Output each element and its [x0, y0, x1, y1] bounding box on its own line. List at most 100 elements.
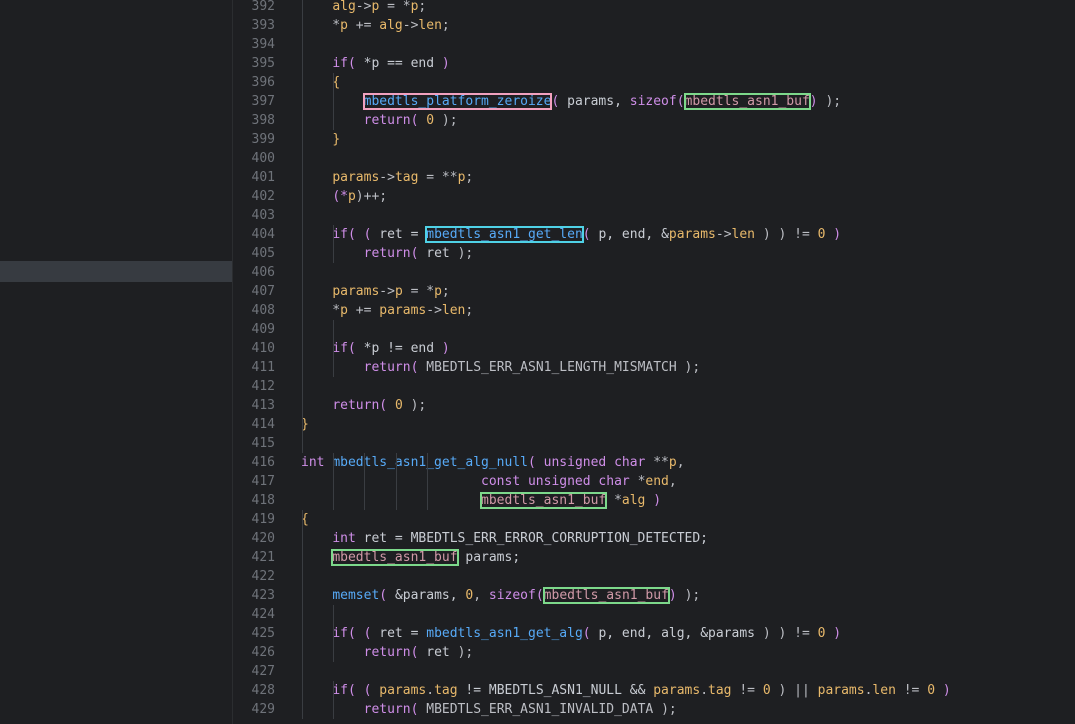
code-token: ( [551, 94, 568, 109]
line-number: 394 [251, 37, 275, 52]
indent-guide [333, 453, 335, 510]
code-line[interactable]: *p += alg->len; [301, 16, 449, 35]
line-number: 406 [251, 265, 275, 280]
code-line[interactable]: memset( &params, 0, sizeof(mbedtls_asn1_… [301, 586, 700, 605]
highlighted-identifier: mbedtls_asn1_buf [683, 93, 811, 110]
line-number: 412 [251, 379, 275, 394]
line-number: 404 [251, 227, 275, 242]
code-line[interactable]: alg->p = *p; [301, 0, 426, 16]
code-token: ** [653, 455, 669, 470]
code-line[interactable]: return( MBEDTLS_ERR_ASN1_LENGTH_MISMATCH… [301, 358, 701, 377]
code-line[interactable]: if( ( params.tag != MBEDTLS_ASN1_NULL &&… [301, 681, 951, 700]
code-token: ( [410, 246, 427, 261]
code-token: ( [676, 94, 685, 109]
code-token: p [347, 189, 356, 204]
indent-guide [426, 453, 428, 510]
code-token: if [332, 56, 348, 71]
code-token: params, [567, 94, 630, 109]
line-number: 401 [251, 170, 275, 185]
code-token: MBEDTLS_ERR_ASN1_LENGTH_MISMATCH [426, 360, 685, 375]
code-token: len [418, 18, 442, 33]
code-token: (* [332, 189, 348, 204]
code-token: p [668, 455, 677, 470]
code-line[interactable]: mbedtls_asn1_buf *alg ) [301, 491, 661, 510]
code-line[interactable]: if( ( ret = mbedtls_asn1_get_len( p, end… [301, 225, 841, 244]
code-token: ); [434, 113, 458, 128]
code-token: ) [441, 341, 450, 356]
code-token: params [379, 683, 427, 698]
line-number: 402 [251, 189, 275, 204]
code-line[interactable]: (*p)++; [301, 187, 387, 206]
code-token: != [731, 683, 763, 698]
code-token: if [332, 227, 348, 242]
line-number: 417 [251, 474, 275, 489]
code-token: = * [402, 284, 435, 299]
code-token: != MBEDTLS_ASN1_NULL && [457, 683, 654, 698]
code-line[interactable]: *p += params->len; [301, 301, 473, 320]
code-token: -> [402, 18, 419, 33]
code-token: ( [379, 588, 395, 603]
code-token: = * [379, 0, 411, 14]
code-line[interactable]: } [301, 130, 340, 149]
code-token: ret = [379, 626, 427, 641]
code-token: &params, [394, 588, 466, 603]
code-token: len [872, 683, 896, 698]
code-line[interactable]: const unsigned char *end, [301, 472, 677, 491]
code-token: len [441, 303, 466, 318]
project-sidebar [0, 0, 233, 724]
code-line[interactable]: return( 0 ); [301, 111, 458, 130]
code-token: * [301, 303, 341, 318]
code-line[interactable]: int mbedtls_asn1_get_alg_null( unsigned … [301, 453, 685, 472]
code-token: ); [457, 246, 474, 261]
code-line[interactable]: return( 0 ); [301, 396, 426, 415]
code-line[interactable]: mbedtls_platform_zeroize( params, sizeof… [301, 92, 841, 111]
code-token: params [379, 303, 427, 318]
code-token: p, end, & [598, 227, 669, 242]
line-number: 422 [251, 569, 275, 584]
line-number: 395 [251, 56, 275, 71]
indent-guide [333, 605, 335, 662]
code-token: tag [394, 170, 419, 185]
code-token: ( [410, 702, 427, 717]
code-line[interactable]: params->tag = **p; [301, 168, 473, 187]
line-number: 398 [251, 113, 275, 128]
code-token: return [363, 645, 411, 660]
code-token: params [332, 284, 380, 299]
code-editor[interactable]: alg->p = *p; *p += alg->len; if( *p == e… [301, 0, 1075, 724]
code-token: ; [465, 303, 474, 318]
line-number-gutter: 392 393 394 395 396 397 398 399 400 401 402 403 404 4… [233, 0, 293, 724]
code-line[interactable]: { [301, 73, 340, 92]
code-line[interactable]: params->p = *p; [301, 282, 449, 301]
code-line[interactable]: if( *p == end ) [301, 54, 449, 73]
line-number: 415 [251, 436, 275, 451]
line-number: 396 [251, 75, 275, 90]
code-token: mbedtls_asn1_get_alg [426, 626, 583, 641]
line-number: 392 [251, 0, 275, 14]
indent-guide [333, 225, 335, 263]
code-token: ) [935, 683, 951, 698]
sidebar-selected-row[interactable] [0, 261, 232, 282]
code-line[interactable]: if( ( ret = mbedtls_asn1_get_alg( p, end… [301, 624, 841, 643]
line-number: 418 [251, 493, 275, 508]
highlighted-identifier: mbedtls_asn1_buf [331, 549, 459, 566]
indent-guide [333, 320, 335, 377]
code-line[interactable]: return( MBEDTLS_ERR_ASN1_INVALID_DATA ); [301, 700, 677, 719]
code-line[interactable]: int ret = MBEDTLS_ERR_ERROR_CORRUPTION_D… [301, 529, 708, 548]
code-line[interactable]: return( ret ); [301, 643, 474, 662]
line-number: 427 [251, 664, 275, 679]
line-number: 428 [251, 683, 275, 698]
code-line[interactable]: return( ret ); [301, 244, 474, 263]
code-token: end [645, 474, 669, 489]
code-line[interactable]: mbedtls_asn1_buf params; [301, 548, 520, 567]
code-token: 0 [426, 113, 435, 128]
line-number: 411 [251, 360, 275, 375]
code-token: ) [809, 94, 826, 109]
code-token: += [347, 18, 380, 33]
code-line[interactable]: if( *p != end ) [301, 339, 450, 358]
code-token: params [653, 683, 701, 698]
line-number: 407 [251, 284, 275, 299]
